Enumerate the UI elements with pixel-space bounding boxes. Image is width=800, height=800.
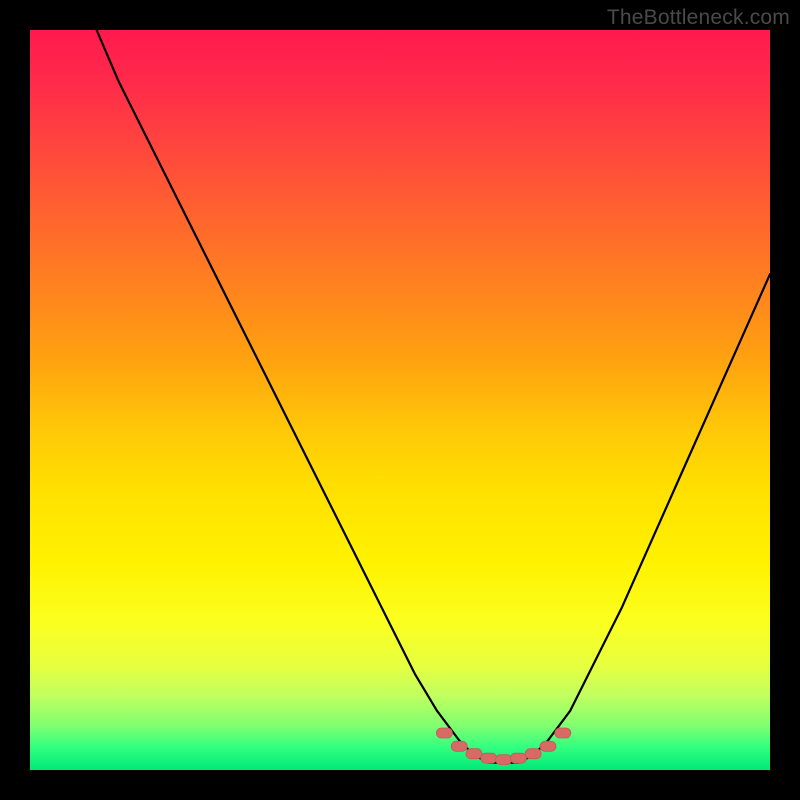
highlight-markers [436, 728, 570, 765]
highlight-marker [510, 753, 526, 763]
gradient-plot-area [30, 30, 770, 770]
bottleneck-curve [97, 30, 770, 763]
highlight-marker [555, 728, 571, 738]
highlight-marker [540, 741, 556, 751]
curve-layer [30, 30, 770, 770]
outer-frame: TheBottleneck.com [0, 0, 800, 800]
highlight-marker [466, 749, 482, 759]
highlight-marker [436, 728, 452, 738]
highlight-marker [496, 755, 512, 765]
watermark-text: TheBottleneck.com [607, 6, 790, 30]
highlight-marker [451, 741, 467, 751]
highlight-marker [525, 749, 541, 759]
highlight-marker [481, 753, 497, 763]
